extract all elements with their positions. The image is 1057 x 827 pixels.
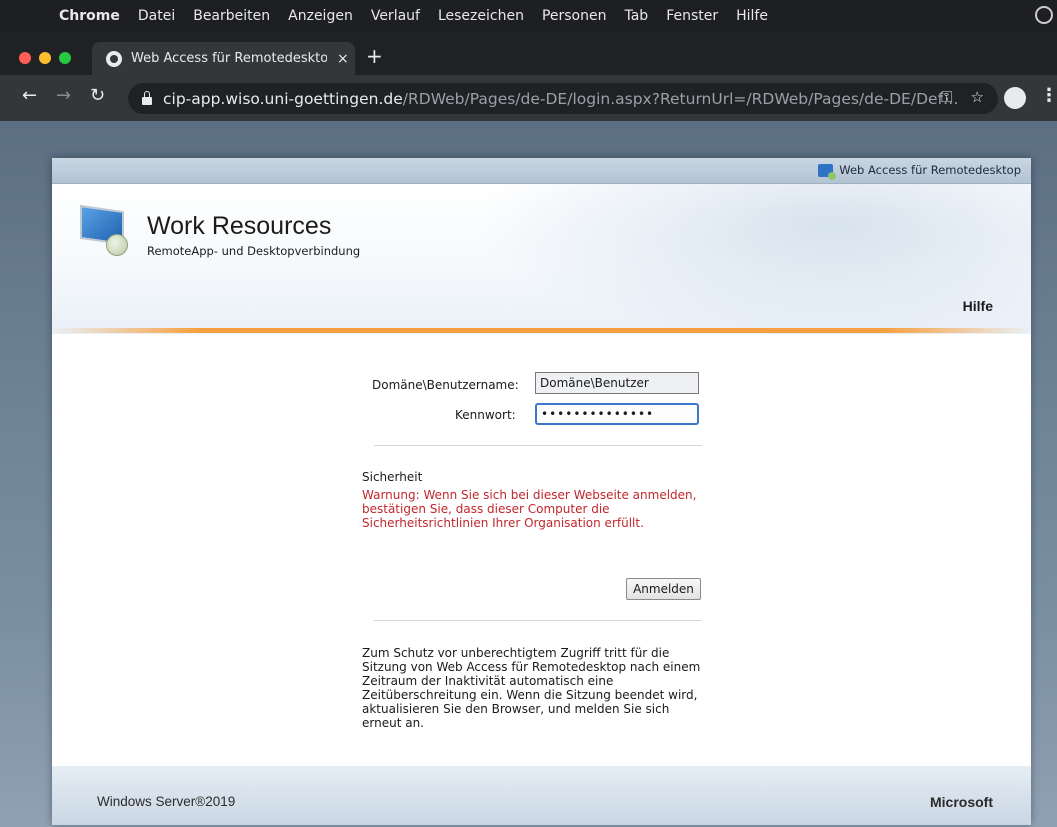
help-link[interactable]: Hilfe	[963, 298, 993, 314]
menu-fenster[interactable]: Fenster	[657, 8, 727, 24]
work-resources-icon	[80, 204, 130, 256]
tab-close-icon[interactable]: ×	[337, 51, 349, 67]
forward-arrow-icon[interactable]: →	[56, 85, 71, 106]
lock-icon[interactable]	[142, 90, 152, 105]
menu-anzeigen[interactable]: Anzeigen	[279, 8, 362, 24]
menu-hilfe[interactable]: Hilfe	[727, 8, 777, 24]
menu-datei[interactable]: Datei	[129, 8, 184, 24]
page-subtitle: RemoteApp- und Desktopverbindung	[147, 244, 361, 258]
rdwa-link-label: Web Access für Remotedesktop	[839, 163, 1021, 177]
more-menu-icon[interactable]: ⋮	[1040, 85, 1057, 106]
password-input[interactable]	[535, 403, 699, 425]
url-host: cip-app.wiso.uni-goettingen.de	[163, 89, 403, 108]
new-tab-button[interactable]: +	[366, 44, 383, 68]
panel-topbar: Web Access für Remotedesktop	[52, 158, 1031, 184]
close-window-button[interactable]	[19, 52, 31, 64]
page-title: Work Resources	[147, 212, 332, 240]
security-warning: Warnung: Wenn Sie sich bei dieser Websei…	[362, 488, 697, 530]
profile-avatar-icon[interactable]	[1004, 87, 1026, 109]
rdwa-home-link[interactable]: Web Access für Remotedesktop	[818, 163, 1021, 180]
reload-icon[interactable]: ↻	[90, 85, 105, 106]
bookmark-star-icon[interactable]: ☆	[971, 88, 984, 106]
security-heading: Sicherheit	[362, 470, 423, 484]
menu-lesezeichen[interactable]: Lesezeichen	[429, 8, 533, 24]
page-footer: Windows Server®2019 Microsoft	[52, 766, 1031, 825]
tab-title: Web Access für Remotedeskto	[131, 51, 327, 66]
menu-bearbeiten[interactable]: Bearbeiten	[184, 8, 279, 24]
remote-desktop-icon	[818, 163, 837, 180]
microsoft-logo: Microsoft	[930, 794, 993, 810]
browser-toolbar: ← → ↻ cip-app.wiso.uni-goettingen.de /RD…	[0, 75, 1057, 121]
divider	[374, 620, 702, 621]
minimize-window-button[interactable]	[39, 52, 51, 64]
username-input[interactable]	[535, 372, 699, 394]
globe-icon	[106, 50, 122, 67]
menu-verlauf[interactable]: Verlauf	[362, 8, 429, 24]
timeout-info: Zum Schutz vor unberechtigtem Zugriff tr…	[362, 646, 701, 730]
address-bar[interactable]: cip-app.wiso.uni-goettingen.de /RDWeb/Pa…	[128, 83, 998, 114]
fullscreen-window-button[interactable]	[59, 52, 71, 64]
url-path: /RDWeb/Pages/de-DE/login.aspx?ReturnUrl=…	[402, 89, 959, 108]
menu-app-chrome[interactable]: Chrome	[50, 8, 129, 24]
back-arrow-icon[interactable]: ←	[22, 85, 37, 106]
header-divider	[52, 328, 1031, 333]
key-icon[interactable]: ⚿	[941, 88, 952, 106]
windows-server-logo: Windows Server®2019	[97, 794, 236, 809]
creative-cloud-icon[interactable]	[1035, 6, 1053, 24]
macos-menubar: Chrome Datei Bearbeiten Anzeigen Verlauf…	[0, 0, 1057, 32]
menu-personen[interactable]: Personen	[533, 8, 616, 24]
username-label: Domäne\Benutzername:	[372, 378, 519, 392]
menu-tab[interactable]: Tab	[615, 8, 657, 24]
divider	[374, 445, 702, 446]
header-sheen	[472, 184, 1031, 334]
rdweb-panel: Web Access für Remotedesktop Work Resour…	[52, 158, 1031, 825]
header-banner: Work Resources RemoteApp- und Desktopver…	[52, 184, 1031, 334]
tab-strip: Web Access für Remotedeskto × +	[0, 32, 1057, 75]
tab-rd-web-access[interactable]: Web Access für Remotedeskto ×	[92, 42, 355, 75]
login-button[interactable]: Anmelden	[626, 578, 701, 600]
password-label: Kennwort:	[455, 408, 516, 422]
